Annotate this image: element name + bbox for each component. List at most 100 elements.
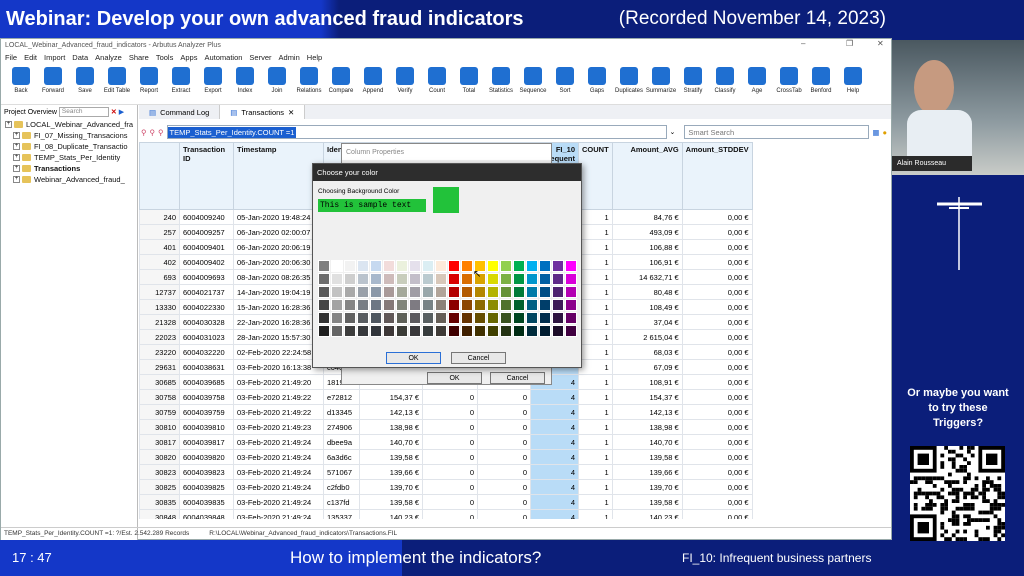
table-cell[interactable]: 03-Feb-2020 21:49:24 <box>233 509 324 519</box>
menu-admin[interactable]: Admin <box>279 53 300 62</box>
color-swatch[interactable] <box>331 260 343 272</box>
color-swatch[interactable] <box>396 299 408 311</box>
color-swatch[interactable] <box>448 273 460 285</box>
color-swatch[interactable] <box>331 325 343 337</box>
table-cell[interactable]: 0,00 € <box>681 314 753 330</box>
color-swatch[interactable] <box>552 299 564 311</box>
table-cell[interactable]: 139,66 € <box>611 464 683 480</box>
table-cell[interactable]: 1 <box>578 359 613 375</box>
table-cell[interactable]: 140,70 € <box>359 434 423 450</box>
color-swatch[interactable] <box>318 260 330 272</box>
table-cell[interactable]: 140,23 € <box>359 509 423 519</box>
join-button[interactable]: Join <box>261 63 293 104</box>
color-swatch[interactable] <box>461 260 473 272</box>
expand-icon[interactable]: + <box>13 154 20 161</box>
table-cell[interactable]: 0,00 € <box>681 269 753 285</box>
table-cell[interactable]: 4 <box>530 464 579 480</box>
color-swatch[interactable] <box>370 260 382 272</box>
color-swatch[interactable] <box>396 273 408 285</box>
table-cell[interactable]: 0,00 € <box>681 254 753 270</box>
row-number[interactable]: 30825 <box>139 479 180 495</box>
color-swatch[interactable] <box>487 260 499 272</box>
color-swatch[interactable] <box>448 325 460 337</box>
table-cell[interactable]: 4 <box>530 449 579 465</box>
table-cell[interactable]: 493,09 € <box>611 224 683 240</box>
color-swatch[interactable] <box>370 325 382 337</box>
table-cell[interactable]: 4 <box>530 389 579 405</box>
tree-item[interactable]: + FI_08_Duplicate_Transactio <box>5 141 137 152</box>
table-cell[interactable]: 1 <box>578 224 613 240</box>
table-cell[interactable]: 6004009257 <box>179 224 234 240</box>
save-button[interactable]: Save <box>69 63 101 104</box>
table-cell[interactable]: 6004039825 <box>179 479 234 495</box>
color-swatch[interactable] <box>435 299 447 311</box>
crosstab-button[interactable]: CrossTab <box>773 63 805 104</box>
color-swatch[interactable] <box>409 299 421 311</box>
report-button[interactable]: Report <box>133 63 165 104</box>
table-cell[interactable]: 139,58 € <box>611 449 683 465</box>
table-row[interactable]: 30758 6004039758 03-Feb-2020 21:49:22 e7281… <box>139 389 753 405</box>
table-cell[interactable]: 6004039810 <box>179 419 234 435</box>
table-row[interactable]: 30817 6004039817 03-Feb-2020 21:49:24 dbee9… <box>139 434 753 450</box>
table-cell[interactable]: 80,48 € <box>611 284 683 300</box>
color-swatch[interactable] <box>396 312 408 324</box>
table-cell[interactable]: 1 <box>578 509 613 519</box>
table-cell[interactable]: 6a3d6c <box>323 449 360 465</box>
color-swatch[interactable] <box>539 273 551 285</box>
close-tab-icon[interactable]: ✕ <box>288 108 294 117</box>
row-number[interactable]: 13330 <box>139 299 180 315</box>
table-cell[interactable]: 0 <box>477 389 531 405</box>
color-swatch[interactable] <box>422 325 434 337</box>
menu-analyze[interactable]: Analyze <box>95 53 122 62</box>
grid-options-icon[interactable]: ▦ <box>872 128 879 137</box>
filter-expression-input[interactable]: TEMP_Stats_Per_Identity.COUNT =1 <box>166 125 667 139</box>
color-swatch[interactable] <box>552 286 564 298</box>
sort-button[interactable]: Sort <box>549 63 581 104</box>
color-ok-button[interactable]: OK <box>386 352 441 364</box>
color-swatch[interactable] <box>409 325 421 337</box>
table-cell[interactable]: 0 <box>477 479 531 495</box>
color-swatch[interactable] <box>474 312 486 324</box>
row-number[interactable]: 29631 <box>139 359 180 375</box>
color-swatch[interactable] <box>331 312 343 324</box>
table-cell[interactable]: 6004009693 <box>179 269 234 285</box>
gaps-button[interactable]: Gaps <box>581 63 613 104</box>
column-header[interactable]: Timestamp <box>233 142 324 210</box>
table-cell[interactable]: 1 <box>578 329 613 345</box>
table-cell[interactable]: 106,91 € <box>611 254 683 270</box>
table-cell[interactable]: 1 <box>578 254 613 270</box>
append-button[interactable]: Append <box>357 63 389 104</box>
color-swatch[interactable] <box>513 299 525 311</box>
verify-button[interactable]: Verify <box>389 63 421 104</box>
table-cell[interactable]: 0 <box>477 419 531 435</box>
color-swatch[interactable] <box>448 286 460 298</box>
table-cell[interactable]: 4 <box>530 509 579 519</box>
table-row[interactable]: 30823 6004039823 03-Feb-2020 21:49:24 57106… <box>139 464 753 480</box>
color-swatch[interactable] <box>435 312 447 324</box>
color-swatch[interactable] <box>409 286 421 298</box>
table-cell[interactable]: 4 <box>530 419 579 435</box>
table-cell[interactable]: 1 <box>578 449 613 465</box>
table-cell[interactable]: 0 <box>422 464 478 480</box>
table-cell[interactable]: 1 <box>578 314 613 330</box>
table-cell[interactable]: 139,58 € <box>611 494 683 510</box>
row-number[interactable]: 257 <box>139 224 180 240</box>
tab-command-log[interactable]: ▤ Command Log <box>139 105 221 119</box>
color-swatch[interactable] <box>370 312 382 324</box>
color-swatch[interactable] <box>461 299 473 311</box>
menu-data[interactable]: Data <box>72 53 88 62</box>
row-number[interactable]: 693 <box>139 269 180 285</box>
table-cell[interactable]: 1 <box>578 479 613 495</box>
table-cell[interactable]: 15-Jan-2020 16:28:36 <box>233 299 324 315</box>
color-swatch[interactable] <box>448 299 460 311</box>
table-row[interactable]: 30820 6004039820 03-Feb-2020 21:49:24 6a3d6… <box>139 449 753 465</box>
edit-table-button[interactable]: Edit Table <box>101 63 133 104</box>
tab-transactions[interactable]: ▤ Transactions ✕ <box>220 105 306 119</box>
color-swatch[interactable] <box>539 286 551 298</box>
row-number[interactable]: 30820 <box>139 449 180 465</box>
table-cell[interactable]: 6004021737 <box>179 284 234 300</box>
table-cell[interactable]: 139,66 € <box>359 464 423 480</box>
color-swatch[interactable] <box>383 273 395 285</box>
color-swatch[interactable] <box>474 325 486 337</box>
table-cell[interactable]: 0 <box>477 509 531 519</box>
